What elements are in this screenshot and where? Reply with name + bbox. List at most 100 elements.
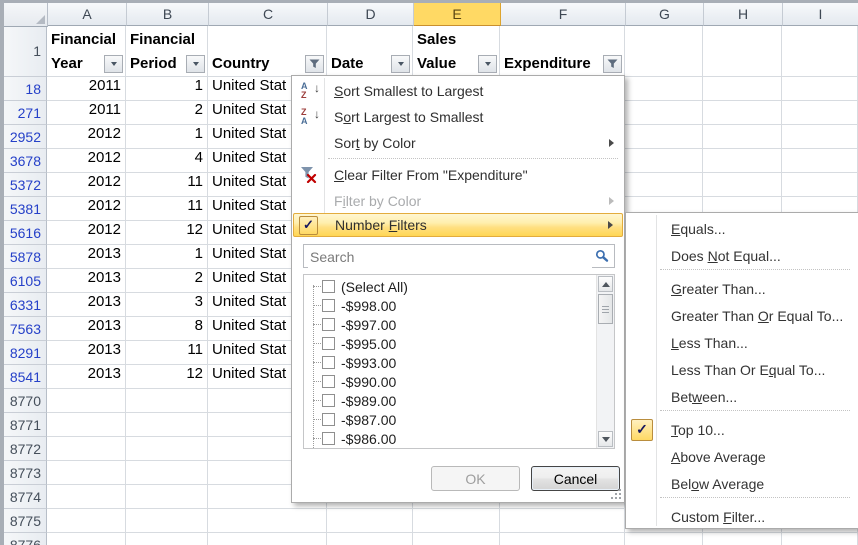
header-cell-A[interactable]: FinancialYear <box>47 26 126 77</box>
filter-dropdown-button-financial-year[interactable] <box>104 55 123 73</box>
cell-A5878[interactable]: 2013 <box>47 245 126 269</box>
checkbox-unchecked[interactable] <box>322 337 335 350</box>
column-header-B[interactable]: B <box>127 3 209 26</box>
header-cell-B[interactable]: FinancialPeriod <box>126 26 208 77</box>
header-cell-D[interactable]: Date <box>327 26 413 77</box>
search-input[interactable] <box>308 246 592 268</box>
row-header-8770[interactable]: 8770 <box>4 389 47 413</box>
cell-B3678[interactable]: 4 <box>126 149 208 173</box>
cell-B6105[interactable]: 2 <box>126 269 208 293</box>
cell-H8776[interactable] <box>703 533 782 545</box>
cell-G2952[interactable] <box>625 125 703 149</box>
submenu-item-greater-than-or-equal-to[interactable]: Greater Than Or Equal To... <box>627 302 858 329</box>
submenu-item-between[interactable]: Between... <box>627 383 858 410</box>
cell-C8776[interactable] <box>208 533 327 545</box>
cell-A8774[interactable] <box>47 485 126 509</box>
menu-item-sort-smallest-to-largest[interactable]: AZ↓Sort Smallest to Largest <box>293 78 623 104</box>
row-header-5372[interactable]: 5372 <box>4 173 47 197</box>
checkbox-unchecked[interactable] <box>322 299 335 312</box>
column-header-F[interactable]: F <box>501 3 626 26</box>
cell-I271[interactable] <box>782 101 858 125</box>
filter-value-item-995-00[interactable]: -$995.00 <box>304 334 597 353</box>
cell-H3678[interactable] <box>703 149 782 173</box>
cell-G18[interactable] <box>625 77 703 101</box>
list-scrollbar[interactable] <box>596 275 614 448</box>
cell-B8771[interactable] <box>126 413 208 437</box>
filter-value-item-993-00[interactable]: -$993.00 <box>304 353 597 372</box>
row-header-8773[interactable]: 8773 <box>4 461 47 485</box>
checkbox-unchecked[interactable] <box>322 280 335 293</box>
row-header-7563[interactable]: 7563 <box>4 317 47 341</box>
cell-B8770[interactable] <box>126 389 208 413</box>
filter-dropdown-button-financial-period[interactable] <box>186 55 205 73</box>
filter-value-item-select-all[interactable]: (Select All) <box>304 277 597 296</box>
cell-B18[interactable]: 1 <box>126 77 208 101</box>
filter-value-item-998-00[interactable]: -$998.00 <box>304 296 597 315</box>
submenu-item-does-not-equal[interactable]: Does Not Equal... <box>627 242 858 269</box>
cell-A8773[interactable] <box>47 461 126 485</box>
row-header-8541[interactable]: 8541 <box>4 365 47 389</box>
cell-I8776[interactable] <box>782 533 858 545</box>
cell-B8291[interactable]: 11 <box>126 341 208 365</box>
cell-A8770[interactable] <box>47 389 126 413</box>
header-cell-H[interactable] <box>703 26 782 77</box>
cell-A5616[interactable]: 2012 <box>47 221 126 245</box>
row-header-8291[interactable]: 8291 <box>4 341 47 365</box>
checkbox-unchecked[interactable] <box>322 375 335 388</box>
cell-D8776[interactable] <box>327 533 413 545</box>
cell-A5372[interactable]: 2012 <box>47 173 126 197</box>
cell-H18[interactable] <box>703 77 782 101</box>
header-cell-G[interactable] <box>625 26 703 77</box>
cell-G271[interactable] <box>625 101 703 125</box>
cell-B8775[interactable] <box>126 509 208 533</box>
cell-A8775[interactable] <box>47 509 126 533</box>
menu-item-sort-by-color[interactable]: Sort by Color <box>293 130 623 156</box>
filter-dropdown-button-sales-value[interactable] <box>478 55 497 73</box>
cell-A18[interactable]: 2011 <box>47 77 126 101</box>
header-cell-E[interactable]: SalesValue <box>413 26 500 77</box>
submenu-item-equals[interactable]: Equals... <box>627 215 858 242</box>
checkbox-unchecked[interactable] <box>322 413 335 426</box>
cell-A8541[interactable]: 2013 <box>47 365 126 389</box>
cell-H5372[interactable] <box>703 173 782 197</box>
menu-item-clear-filter-from-expenditure[interactable]: Clear Filter From "Expenditure" <box>293 162 623 188</box>
row-header-3678[interactable]: 3678 <box>4 149 47 173</box>
cell-B8541[interactable]: 12 <box>126 365 208 389</box>
row-header-271[interactable]: 271 <box>4 101 47 125</box>
cell-D8775[interactable] <box>327 509 413 533</box>
menu-item-sort-largest-to-smallest[interactable]: ZA↓Sort Largest to Smallest <box>293 104 623 130</box>
row-header-18[interactable]: 18 <box>4 77 47 101</box>
checkbox-unchecked[interactable] <box>322 432 335 445</box>
cell-A6331[interactable]: 2013 <box>47 293 126 317</box>
cell-B271[interactable]: 2 <box>126 101 208 125</box>
filter-value-item-987-00[interactable]: -$987.00 <box>304 410 597 429</box>
cell-C8775[interactable] <box>208 509 327 533</box>
cell-A8776[interactable] <box>47 533 126 545</box>
cell-A8771[interactable] <box>47 413 126 437</box>
cell-H271[interactable] <box>703 101 782 125</box>
column-header-D[interactable]: D <box>328 3 414 26</box>
cell-A8772[interactable] <box>47 437 126 461</box>
cell-I3678[interactable] <box>782 149 858 173</box>
scroll-down-button[interactable] <box>598 431 613 447</box>
column-header-H[interactable]: H <box>704 3 783 26</box>
cell-A5381[interactable]: 2012 <box>47 197 126 221</box>
cell-I2952[interactable] <box>782 125 858 149</box>
cell-B8774[interactable] <box>126 485 208 509</box>
cell-B7563[interactable]: 8 <box>126 317 208 341</box>
resize-grip[interactable] <box>611 489 621 499</box>
select-all-corner[interactable] <box>4 3 48 27</box>
submenu-item-custom-filter[interactable]: Custom Filter... <box>627 503 858 530</box>
cell-B6331[interactable]: 3 <box>126 293 208 317</box>
submenu-item-less-than-or-equal-to[interactable]: Less Than Or Equal To... <box>627 356 858 383</box>
filter-value-item-986-00[interactable]: -$986.00 <box>304 429 597 448</box>
cell-B2952[interactable]: 1 <box>126 125 208 149</box>
cell-I5372[interactable] <box>782 173 858 197</box>
row-header-5878[interactable]: 5878 <box>4 245 47 269</box>
row-header-8774[interactable]: 8774 <box>4 485 47 509</box>
cell-A6105[interactable]: 2013 <box>47 269 126 293</box>
cell-F8776[interactable] <box>500 533 625 545</box>
row-header-8772[interactable]: 8772 <box>4 437 47 461</box>
checkbox-unchecked[interactable] <box>322 318 335 331</box>
cell-B8776[interactable] <box>126 533 208 545</box>
